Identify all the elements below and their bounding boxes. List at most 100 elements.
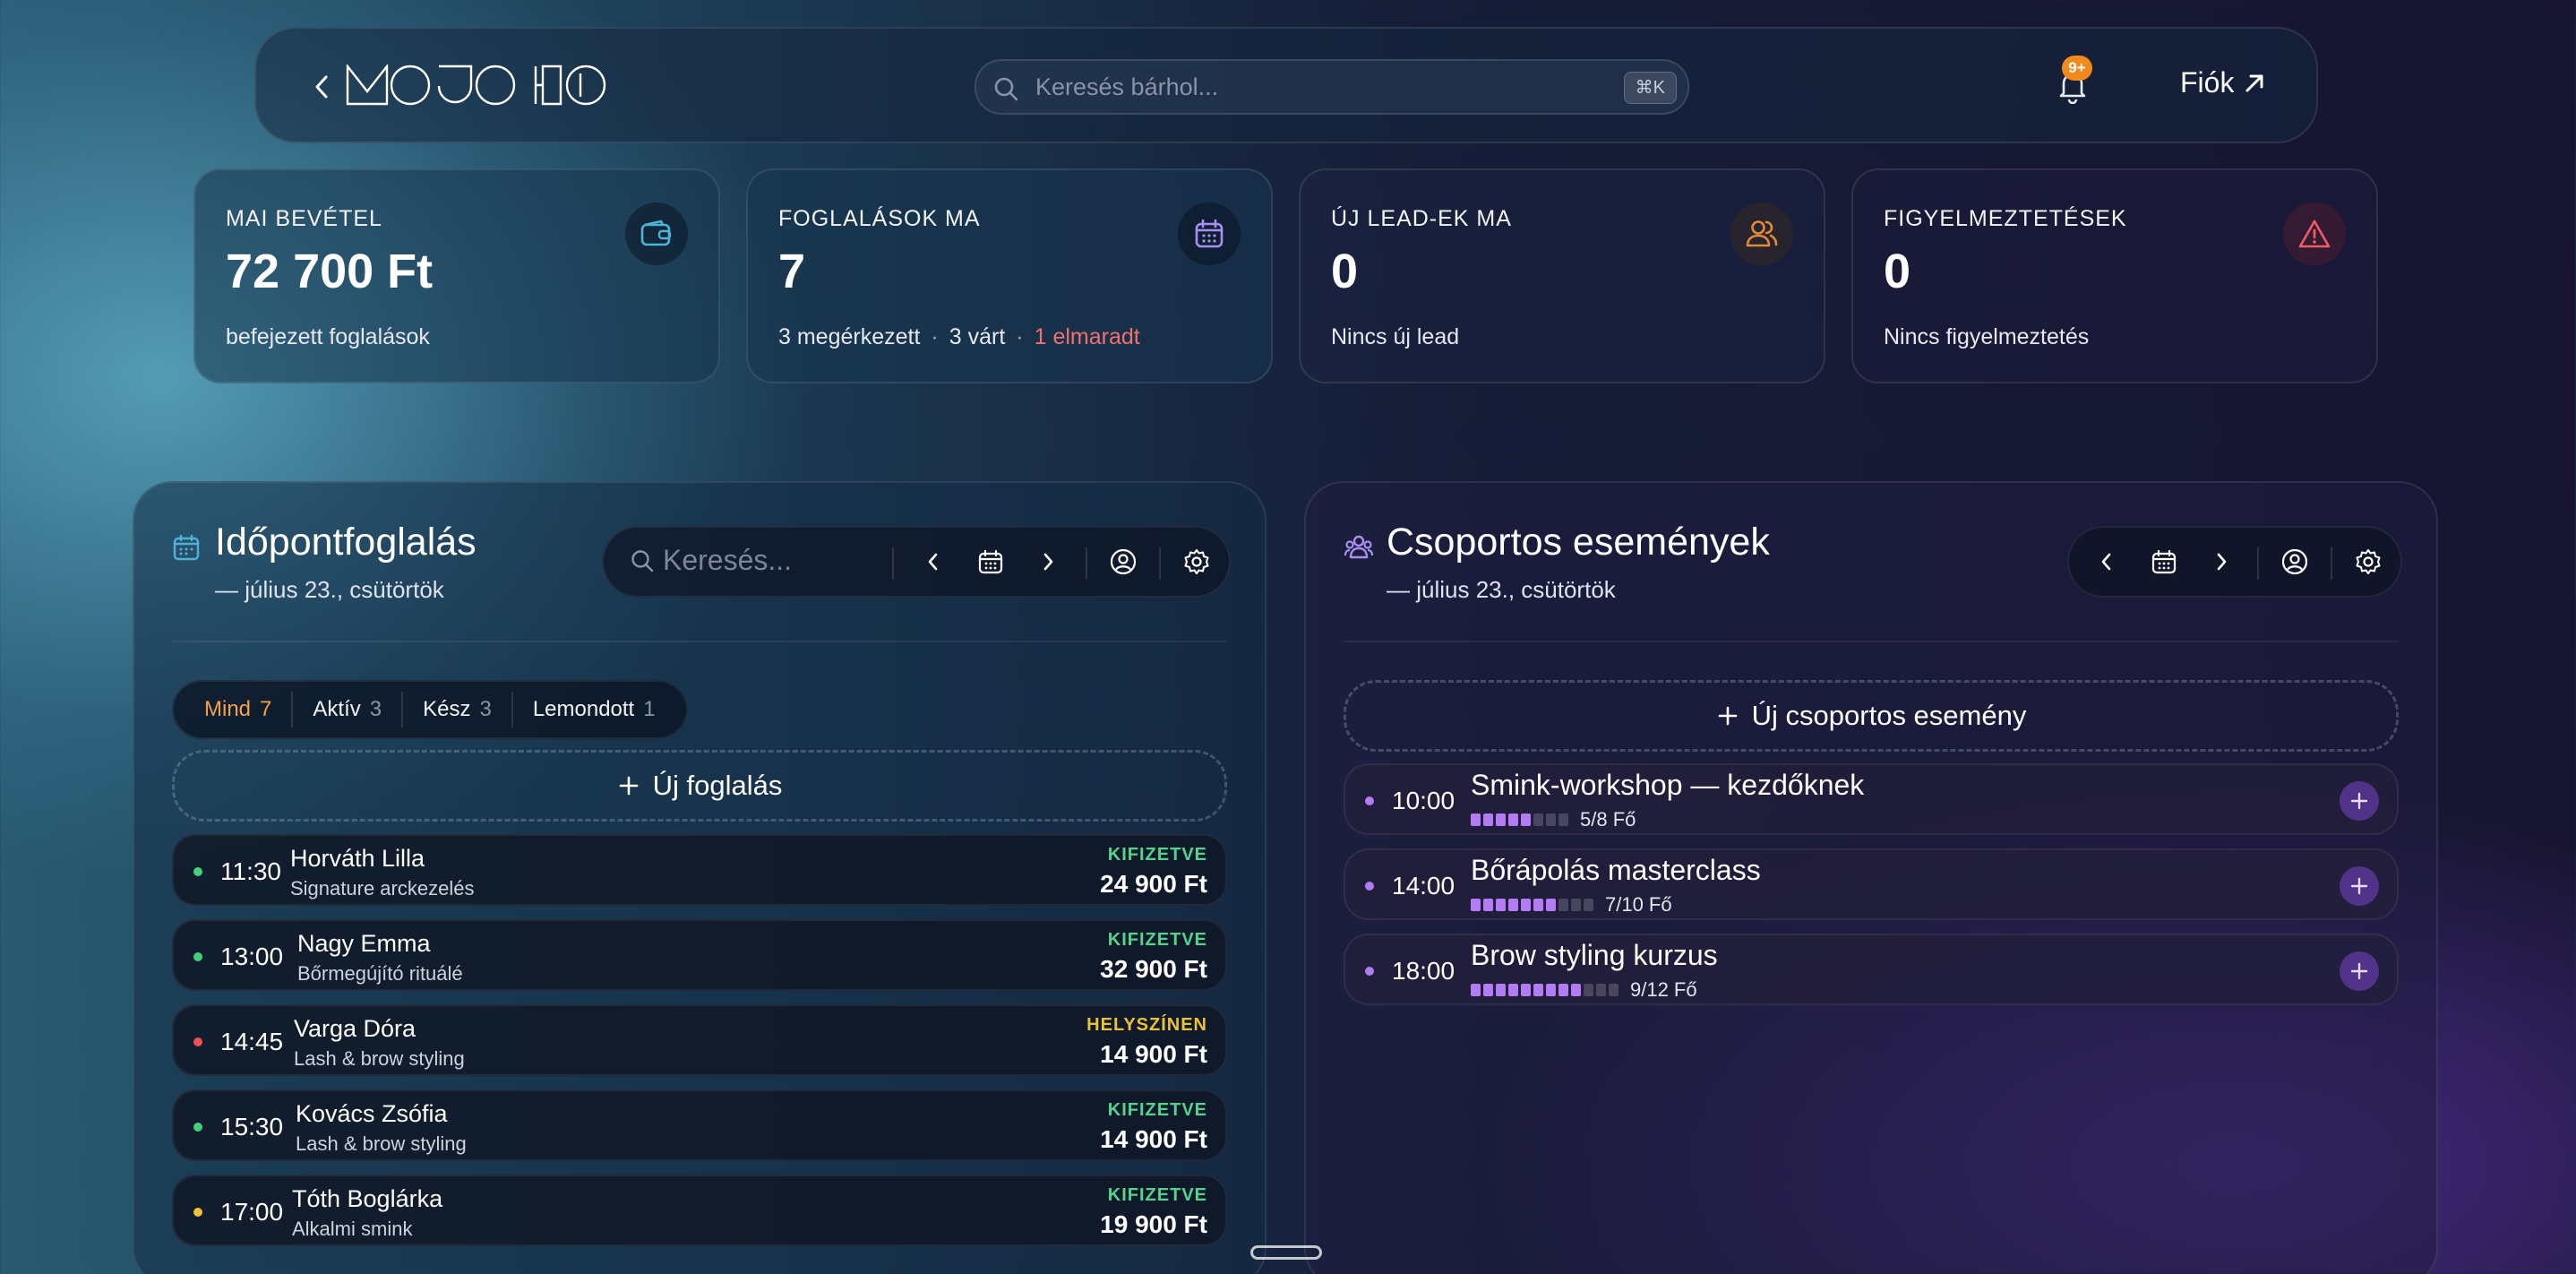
capacity-slot xyxy=(1521,813,1531,826)
plus-icon xyxy=(2350,877,2368,895)
booking-price: 14 900 Ft xyxy=(1100,1125,1207,1153)
arrow-up-right-icon xyxy=(2245,74,2263,91)
shortcut-hint: ⌘K xyxy=(1623,72,1677,104)
plus-icon xyxy=(1718,706,1737,726)
notification-badge: 9+ xyxy=(2062,56,2092,81)
stat-card-alerts[interactable]: FIGYELMEZTETÉSEK 0 Nincs figyelmeztetés xyxy=(1851,168,2378,383)
stat-card-bookings[interactable]: FOGLALÁSOK MA 7 3 megérkezett · 3 várt · 1 e… xyxy=(746,168,1273,383)
next-day-button[interactable] xyxy=(1030,544,1066,580)
add-participant-button[interactable] xyxy=(2340,951,2379,991)
date-picker-button[interactable] xyxy=(2146,544,2182,580)
capacity-slot xyxy=(1471,984,1481,996)
booking-time: 15:30 xyxy=(220,1113,284,1141)
staff-filter-button[interactable] xyxy=(2277,544,2313,580)
events-toolbar xyxy=(2067,526,2402,598)
booking-row[interactable]: 13:00 Nagy Emma Bőrmegújító rituálé KIFIZET… xyxy=(172,919,1227,991)
staff-filter-button[interactable] xyxy=(1105,544,1141,580)
scroll-handle[interactable] xyxy=(1250,1245,1322,1260)
booking-row[interactable]: 14:45 Varga Dóra Lash & brow styling HELYSZ… xyxy=(172,1004,1227,1076)
capacity-slot xyxy=(1533,899,1543,911)
plus-icon xyxy=(2350,792,2368,810)
capacity-bar: 9/12 Fő xyxy=(1471,978,1697,1002)
booking-time: 13:00 xyxy=(220,943,284,970)
booking-row[interactable]: 17:00 Tóth Boglárka Alkalmi smink KIFIZETVE… xyxy=(172,1175,1227,1246)
top-bar: Keresés bárhol... ⌘K 9+ Fiók xyxy=(254,27,2318,143)
stat-value: 7 xyxy=(778,245,806,298)
stat-card-leads[interactable]: ÚJ LEAD-EK MA 0 Nincs új lead xyxy=(1299,168,1825,383)
payment-status-badge: KIFIZETVE xyxy=(1107,845,1207,865)
status-dot xyxy=(193,952,202,961)
capacity-slot xyxy=(1521,899,1531,911)
status-dot xyxy=(193,1123,202,1132)
filter-active[interactable]: Aktív 3 xyxy=(291,692,401,727)
client-name: Varga Dóra xyxy=(294,1015,416,1042)
event-name: Brow styling kurzus xyxy=(1471,939,1718,971)
capacity-slot xyxy=(1533,984,1543,996)
group-event-row[interactable]: 14:00 Bőrápolás masterclass 7/10 Fő xyxy=(1344,848,2399,920)
capacity-label: 5/8 Fő xyxy=(1580,808,1636,831)
settings-button[interactable] xyxy=(2350,544,2386,580)
search-icon xyxy=(992,75,1019,102)
event-time: 10:00 xyxy=(1392,787,1455,814)
chevron-right-icon xyxy=(2217,553,2227,571)
booking-price: 19 900 Ft xyxy=(1100,1210,1207,1238)
mojo-hq-logo xyxy=(346,65,606,106)
date-picker-button[interactable] xyxy=(973,544,1009,580)
capacity-slot xyxy=(1471,813,1481,826)
client-name: Horváth Lilla xyxy=(290,845,425,872)
filter-cancelled[interactable]: Lemondott 1 xyxy=(511,692,675,727)
stat-sub: 3 megérkezett · 3 várt · 1 elmaradt xyxy=(778,324,1140,349)
stat-label: FOGLALÁSOK MA xyxy=(778,206,981,231)
booking-time: 11:30 xyxy=(220,857,281,885)
capacity-label: 9/12 Fő xyxy=(1630,978,1697,1001)
next-day-button[interactable] xyxy=(2203,544,2239,580)
settings-button[interactable] xyxy=(1179,544,1215,580)
chevron-left-icon xyxy=(315,75,328,99)
stat-card-revenue[interactable]: MAI BEVÉTEL 72 700 Ft befejezett foglalá… xyxy=(193,168,720,383)
capacity-label: 7/10 Fő xyxy=(1605,893,1672,916)
client-name: Nagy Emma xyxy=(297,930,431,957)
capacity-slot xyxy=(1609,984,1619,996)
capacity-slot xyxy=(1483,984,1493,996)
filter-all[interactable]: Mind 7 xyxy=(185,692,291,727)
add-participant-button[interactable] xyxy=(2340,866,2379,906)
capacity-slot xyxy=(1546,899,1556,911)
filter-done[interactable]: Kész 3 xyxy=(401,692,511,727)
status-dot xyxy=(193,867,202,876)
capacity-bar: 7/10 Fő xyxy=(1471,893,1672,917)
add-participant-button[interactable] xyxy=(2340,781,2379,821)
new-group-event-label: Új csoportos esemény xyxy=(1751,700,2027,731)
bookings-search-input[interactable]: Keresés... xyxy=(663,544,792,577)
booking-row[interactable]: 11:30 Horváth Lilla Signature arckezelés KI… xyxy=(172,834,1227,906)
missed-count: 1 elmaradt xyxy=(1034,324,1140,349)
global-search-input[interactable]: Keresés bárhol... ⌘K xyxy=(975,59,1689,115)
service-name: Alkalmi smink xyxy=(292,1218,413,1240)
stat-value: 0 xyxy=(1331,245,1359,298)
capacity-slot xyxy=(1483,899,1493,911)
capacity-slot xyxy=(1533,813,1543,826)
divider xyxy=(1344,641,2399,642)
panel-title: Csoportos események xyxy=(1387,521,1770,564)
prev-day-button[interactable] xyxy=(2089,544,2125,580)
brand-logo[interactable] xyxy=(346,65,614,106)
calendar-icon xyxy=(978,549,1003,574)
chevron-right-icon xyxy=(1043,553,1053,571)
gear-icon xyxy=(2356,549,2381,574)
booking-time: 17:00 xyxy=(220,1198,284,1226)
capacity-bar: 5/8 Fő xyxy=(1471,808,1636,831)
booking-row[interactable]: 15:30 Kovács Zsófia Lash & brow styling KIF… xyxy=(172,1089,1227,1161)
group-event-row[interactable]: 18:00 Brow styling kurzus 9/12 Fő xyxy=(1344,934,2399,1005)
prev-day-button[interactable] xyxy=(915,544,951,580)
client-name: Kovács Zsófia xyxy=(296,1100,448,1127)
stat-label: MAI BEVÉTEL xyxy=(226,206,382,231)
event-time: 14:00 xyxy=(1392,872,1455,900)
divider xyxy=(172,641,1227,642)
group-event-row[interactable]: 10:00 Smink-workshop — kezdőknek 5/8 Fő xyxy=(1344,763,2399,835)
back-button[interactable] xyxy=(299,65,344,109)
stat-value: 72 700 Ft xyxy=(226,245,434,298)
account-button[interactable]: Fiók xyxy=(2180,66,2266,99)
new-group-event-button[interactable]: Új csoportos esemény xyxy=(1344,680,2399,752)
capacity-slot xyxy=(1558,984,1568,996)
stat-label: FIGYELMEZTETÉSEK xyxy=(1884,206,2127,231)
new-booking-button[interactable]: Új foglalás xyxy=(172,750,1227,822)
